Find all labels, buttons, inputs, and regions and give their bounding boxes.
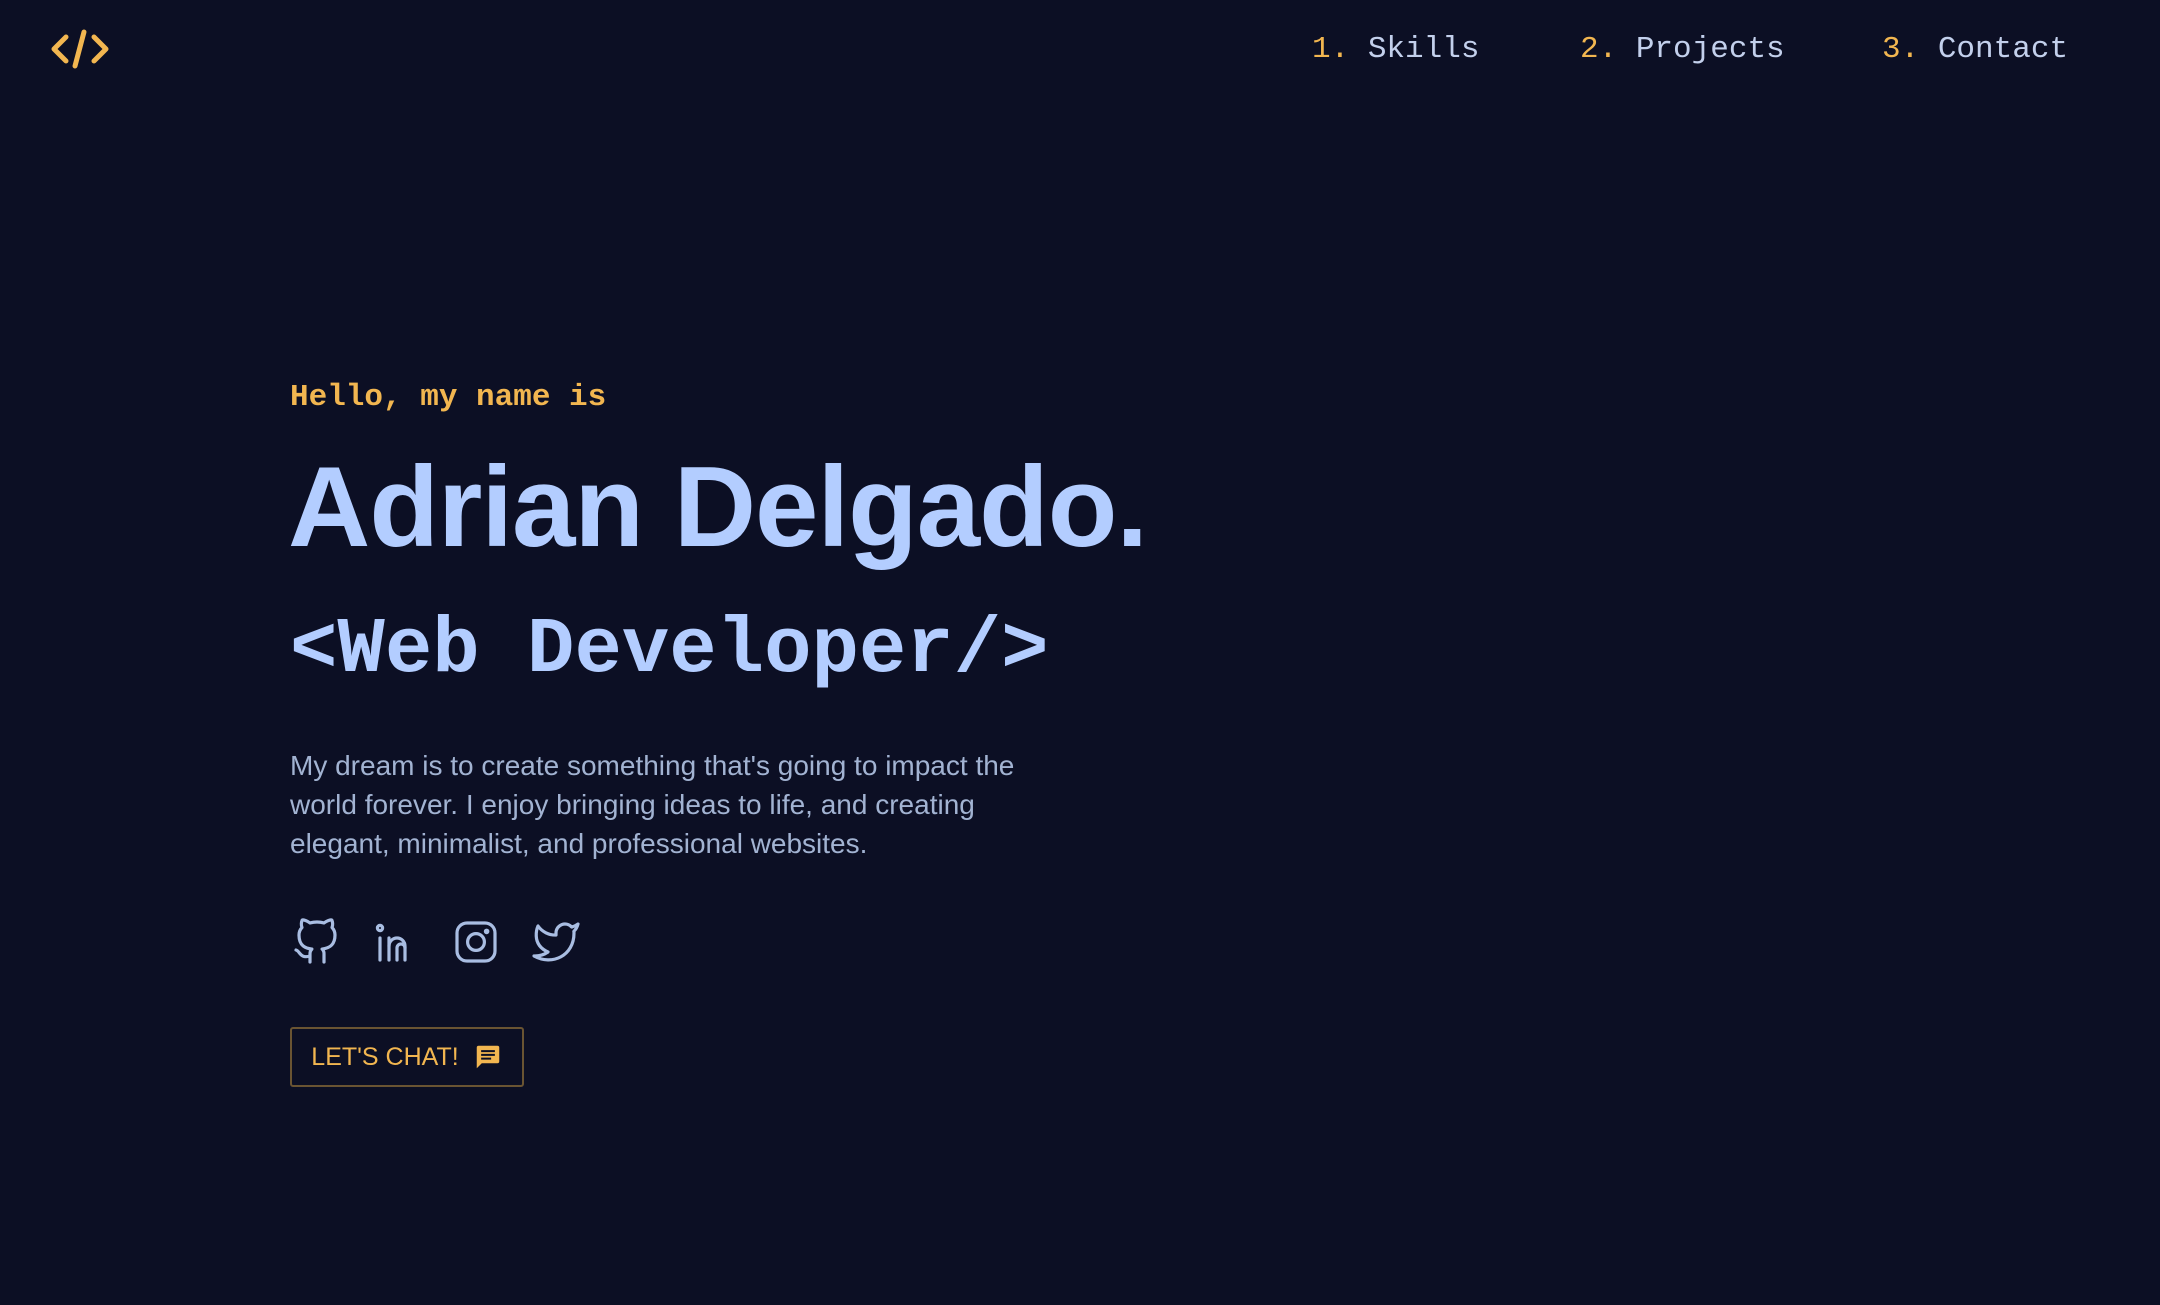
instagram-icon[interactable] [452,916,500,968]
nav-item-skills[interactable]: 1. Skills [1312,28,1479,72]
hero-bio: My dream is to create something that's g… [290,750,1015,859]
nav-item-label: Contact [1937,32,2069,67]
nav-item-label: Projects [1635,32,1785,67]
main-nav: 1. Skills 2. Projects 3. Contact [0,28,2160,72]
nav-item-number: 1. [1312,32,1350,67]
github-icon[interactable] [292,916,340,968]
twitter-icon[interactable] [532,916,580,968]
lets-chat-label: LET'S CHAT! [311,1042,459,1071]
nav-item-contact[interactable]: 3. Contact [1882,28,2068,72]
nav-item-number: 3. [1882,32,1920,67]
hero-role: <Web Developer/> [290,605,1049,695]
chat-icon [473,1042,503,1072]
hero-greeting: Hello, my name is [290,380,607,415]
hero-name: Adrian Delgado. [288,444,1148,571]
linkedin-icon[interactable] [372,916,420,968]
nav-item-projects[interactable]: 2. Projects [1580,28,1785,72]
nav-item-number: 2. [1580,32,1618,67]
nav-item-label: Skills [1367,32,1480,67]
lets-chat-button[interactable]: LET'S CHAT! [290,1027,524,1087]
